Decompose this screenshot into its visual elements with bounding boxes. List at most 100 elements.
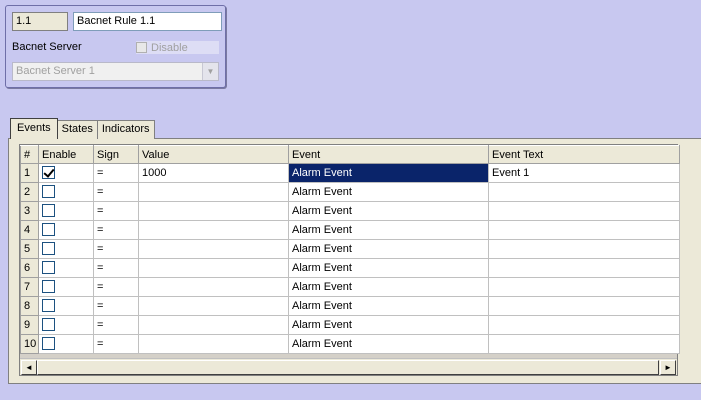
column-header-value[interactable]: Value xyxy=(138,145,289,164)
enable-checkbox[interactable] xyxy=(42,260,55,274)
enable-checkbox[interactable] xyxy=(42,203,55,217)
table-row[interactable]: 4 = Alarm Event xyxy=(20,220,680,240)
row-number-cell: 6 xyxy=(20,258,39,278)
tab-strip: Events States Indicators xyxy=(10,118,155,139)
table-row[interactable]: 9 = Alarm Event xyxy=(20,315,680,335)
event-text-cell[interactable] xyxy=(488,220,680,240)
event-text-cell[interactable] xyxy=(488,201,680,221)
table-row[interactable]: 7 = Alarm Event xyxy=(20,277,680,297)
column-header-event-text[interactable]: Event Text xyxy=(488,145,680,164)
event-cell[interactable]: Alarm Event xyxy=(288,334,489,354)
scroll-right-icon[interactable]: ► xyxy=(660,360,676,375)
sign-cell[interactable]: = xyxy=(93,201,139,221)
tab-indicators[interactable]: Indicators xyxy=(96,120,155,139)
table-row[interactable]: 6 = Alarm Event xyxy=(20,258,680,278)
enable-cell[interactable] xyxy=(38,258,94,278)
event-text-cell[interactable] xyxy=(488,277,680,297)
sign-cell[interactable]: = xyxy=(93,220,139,240)
events-table: # Enable Sign Value Event Event Text 1 = 1000 Al… xyxy=(20,145,680,354)
event-cell[interactable]: Alarm Event xyxy=(288,296,489,316)
column-header-event[interactable]: Event xyxy=(288,145,489,164)
table-row[interactable]: 10 = Alarm Event xyxy=(20,334,680,354)
row-number-cell: 1 xyxy=(20,163,39,183)
enable-cell[interactable] xyxy=(38,182,94,202)
scroll-left-icon[interactable]: ◄ xyxy=(21,360,37,375)
disable-checkbox-box[interactable] xyxy=(136,42,147,53)
server-label: Bacnet Server xyxy=(12,41,82,53)
event-cell[interactable]: Alarm Event xyxy=(288,182,489,202)
event-text-cell[interactable] xyxy=(488,296,680,316)
tab-panel: # Enable Sign Value Event Event Text 1 = 1000 Al… xyxy=(8,138,701,384)
event-cell[interactable]: Alarm Event xyxy=(288,315,489,335)
row-number-cell: 9 xyxy=(20,315,39,335)
value-cell[interactable] xyxy=(138,201,289,221)
row-number-cell: 3 xyxy=(20,201,39,221)
event-cell[interactable]: Alarm Event xyxy=(288,163,489,183)
event-text-cell[interactable] xyxy=(488,334,680,354)
enable-checkbox[interactable] xyxy=(42,165,55,179)
value-cell[interactable] xyxy=(138,334,289,354)
sign-cell[interactable]: = xyxy=(93,315,139,335)
event-cell[interactable]: Alarm Event xyxy=(288,239,489,259)
sign-cell[interactable]: = xyxy=(93,182,139,202)
scroll-thumb[interactable] xyxy=(37,360,659,375)
table-row[interactable]: 5 = Alarm Event xyxy=(20,239,680,259)
value-cell[interactable] xyxy=(138,277,289,297)
enable-cell[interactable] xyxy=(38,296,94,316)
table-row[interactable]: 3 = Alarm Event xyxy=(20,201,680,221)
event-text-cell[interactable] xyxy=(488,315,680,335)
events-grid: # Enable Sign Value Event Event Text 1 = 1000 Al… xyxy=(19,144,680,376)
server-select-value: Bacnet Server 1 xyxy=(16,65,95,77)
disable-checkbox[interactable]: Disable xyxy=(136,41,219,54)
enable-checkbox[interactable] xyxy=(42,298,55,312)
tab-events[interactable]: Events xyxy=(10,118,58,139)
table-row[interactable]: 1 = 1000 Alarm Event Event 1 xyxy=(20,163,680,183)
event-cell[interactable]: Alarm Event xyxy=(288,220,489,240)
rule-name-field[interactable]: Bacnet Rule 1.1 xyxy=(73,12,222,31)
tab-states[interactable]: States xyxy=(56,120,98,139)
row-number-cell: 4 xyxy=(20,220,39,240)
column-header-sign[interactable]: Sign xyxy=(93,145,139,164)
column-header-row-number[interactable]: # xyxy=(20,145,39,164)
chevron-down-icon[interactable]: ▼ xyxy=(202,63,218,80)
value-cell[interactable] xyxy=(138,315,289,335)
sign-cell[interactable]: = xyxy=(93,258,139,278)
event-text-cell[interactable]: Event 1 xyxy=(488,163,680,183)
horizontal-scrollbar[interactable]: ◄ ► xyxy=(20,358,677,375)
sign-cell[interactable]: = xyxy=(93,277,139,297)
enable-checkbox[interactable] xyxy=(42,184,55,198)
sign-cell[interactable]: = xyxy=(93,163,139,183)
server-select[interactable]: Bacnet Server 1 ▼ xyxy=(12,62,219,81)
value-cell[interactable] xyxy=(138,220,289,240)
enable-cell[interactable] xyxy=(38,315,94,335)
sign-cell[interactable]: = xyxy=(93,334,139,354)
table-row[interactable]: 8 = Alarm Event xyxy=(20,296,680,316)
value-cell[interactable]: 1000 xyxy=(138,163,289,183)
enable-cell[interactable] xyxy=(38,239,94,259)
value-cell[interactable] xyxy=(138,182,289,202)
enable-checkbox[interactable] xyxy=(42,222,55,236)
value-cell[interactable] xyxy=(138,296,289,316)
enable-checkbox[interactable] xyxy=(42,241,55,255)
event-text-cell[interactable] xyxy=(488,182,680,202)
enable-cell[interactable] xyxy=(38,201,94,221)
column-header-enable[interactable]: Enable xyxy=(38,145,94,164)
value-cell[interactable] xyxy=(138,239,289,259)
enable-cell[interactable] xyxy=(38,277,94,297)
event-text-cell[interactable] xyxy=(488,258,680,278)
enable-cell[interactable] xyxy=(38,334,94,354)
enable-checkbox[interactable] xyxy=(42,279,55,293)
event-cell[interactable]: Alarm Event xyxy=(288,258,489,278)
enable-checkbox[interactable] xyxy=(42,336,55,350)
enable-cell[interactable] xyxy=(38,163,94,183)
enable-cell[interactable] xyxy=(38,220,94,240)
event-text-cell[interactable] xyxy=(488,239,680,259)
enable-checkbox[interactable] xyxy=(42,317,55,331)
rule-id-field[interactable]: 1.1 xyxy=(12,12,68,31)
event-cell[interactable]: Alarm Event xyxy=(288,201,489,221)
table-row[interactable]: 2 = Alarm Event xyxy=(20,182,680,202)
sign-cell[interactable]: = xyxy=(93,239,139,259)
event-cell[interactable]: Alarm Event xyxy=(288,277,489,297)
value-cell[interactable] xyxy=(138,258,289,278)
sign-cell[interactable]: = xyxy=(93,296,139,316)
